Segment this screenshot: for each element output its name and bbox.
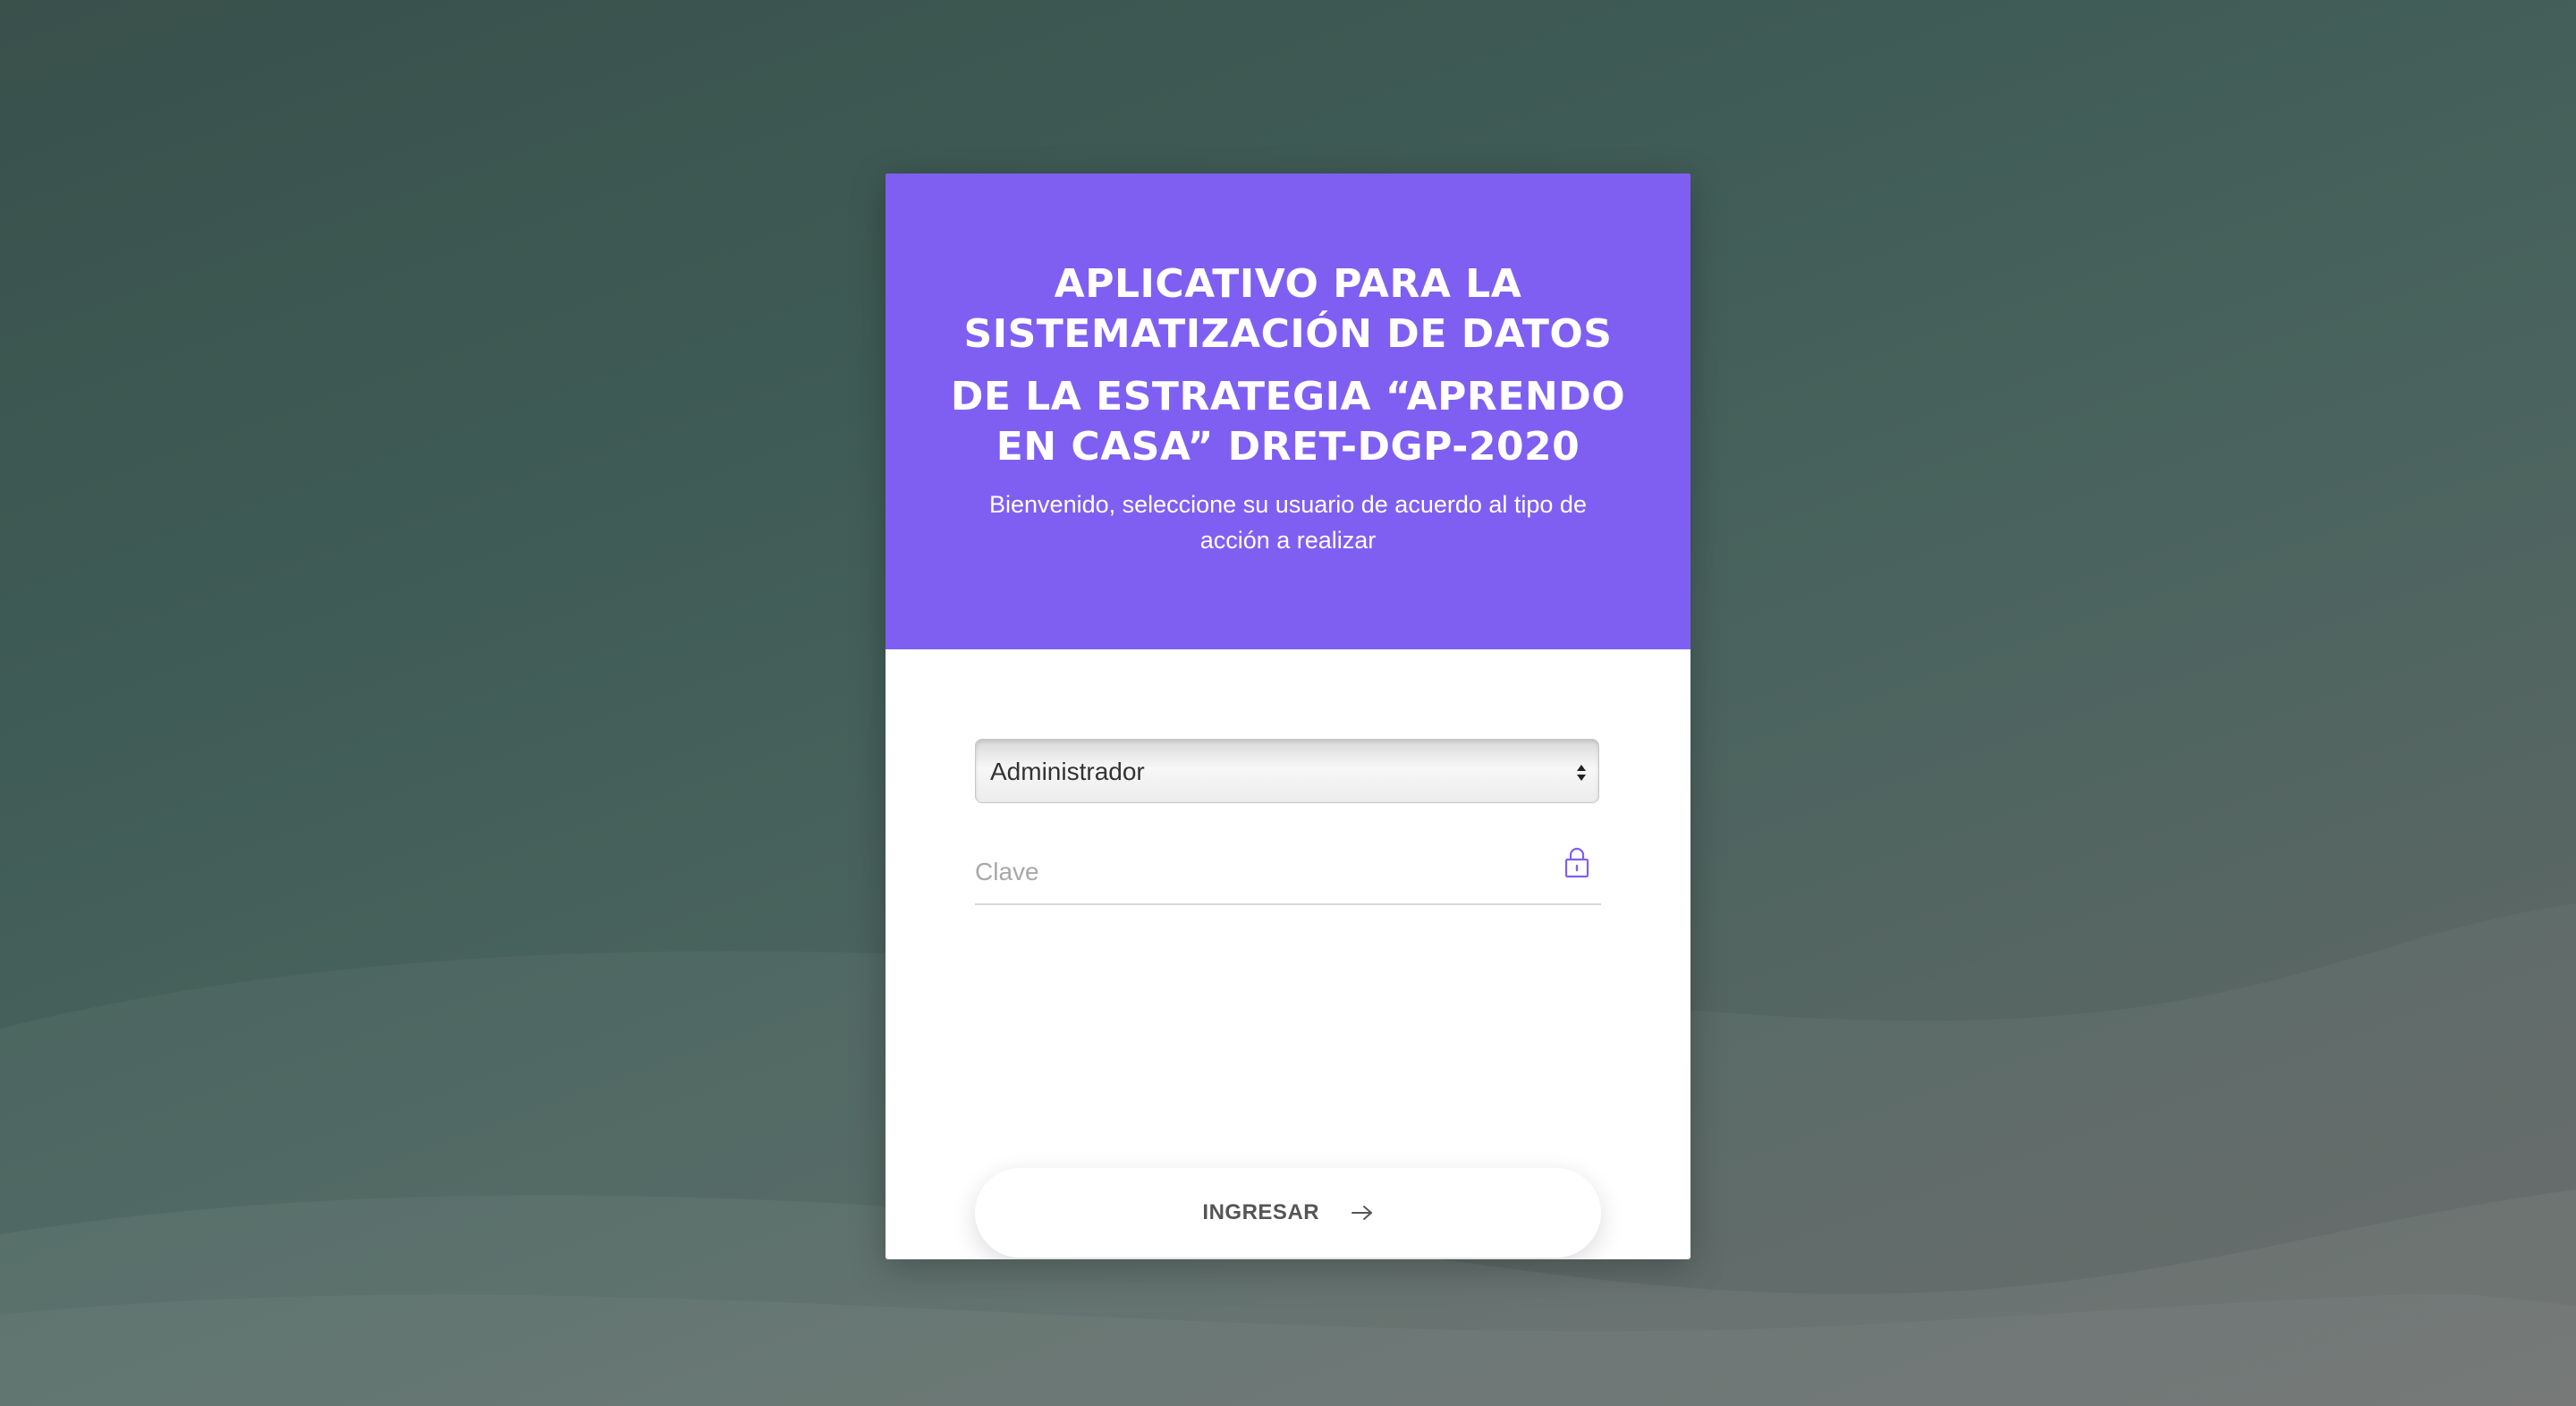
user-type-select-value: Administrador (990, 758, 1145, 785)
lock-icon (1564, 847, 1589, 878)
password-field (975, 841, 1601, 905)
welcome-subtitle: Bienvenido, seleccione su usuario de acu… (989, 491, 1587, 554)
ingresar-button[interactable]: INGRESAR (975, 1168, 1601, 1258)
app-title-line-1: APLICATIVO PARA LA SISTEMATIZACIÓN DE DA… (963, 261, 1613, 357)
arrow-right-icon (1351, 1206, 1372, 1220)
select-arrows-icon (1577, 765, 1586, 781)
login-card: APLICATIVO PARA LA SISTEMATIZACIÓN DE DA… (886, 174, 1690, 1259)
app-title-line-2: DE LA ESTRATEGIA “APRENDO EN CASA” DRET-… (950, 374, 1626, 470)
user-type-select[interactable]: Administrador (975, 739, 1599, 803)
password-input[interactable] (975, 841, 1547, 903)
ingresar-button-label: INGRESAR (1202, 1200, 1320, 1224)
login-header: APLICATIVO PARA LA SISTEMATIZACIÓN DE DA… (886, 174, 1690, 649)
